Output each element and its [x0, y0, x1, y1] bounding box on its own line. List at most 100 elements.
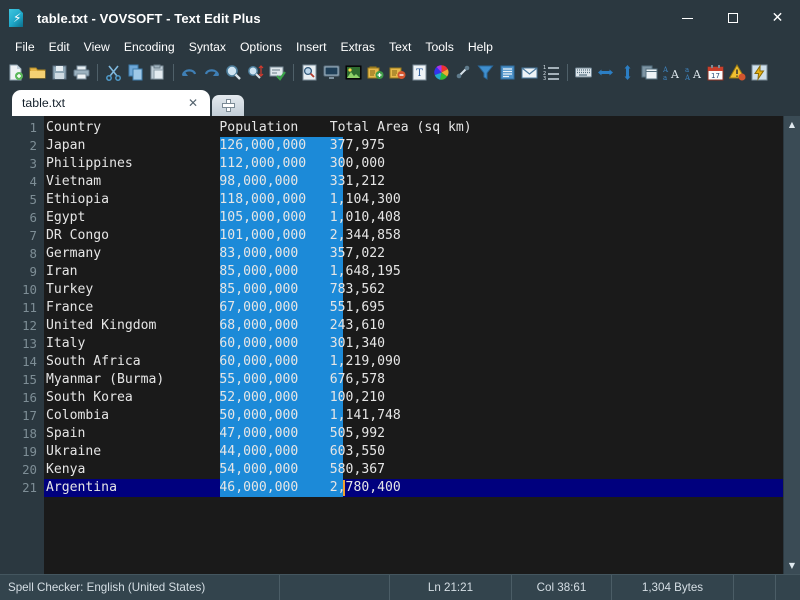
editor-line[interactable]: Vietnam 98,000,000 331,212 [44, 173, 783, 191]
print-icon[interactable] [71, 61, 92, 83]
lightning-icon[interactable] [749, 61, 770, 83]
text-editor-window: ⚡ table.txt - VOVSOFT - Text Edit Plus ✕… [0, 0, 800, 600]
cut-scissors-icon[interactable] [103, 61, 124, 83]
status-bar: Spell Checker: English (United States) L… [0, 574, 800, 600]
menu-edit[interactable]: Edit [42, 38, 77, 56]
new-file-icon[interactable] [5, 61, 26, 83]
text-format-icon[interactable]: T [409, 61, 430, 83]
editor-line-text: Philippines 112,000,000 300,000 [46, 156, 385, 171]
sort-za-icon[interactable]: aAA [683, 61, 704, 83]
menu-encoding[interactable]: Encoding [117, 38, 182, 56]
editor-line[interactable]: Spain 47,000,000 505,992 [44, 425, 783, 443]
editor-line[interactable]: Myanmar (Burma) 55,000,000 676,578 [44, 371, 783, 389]
link-icon[interactable] [453, 61, 474, 83]
editor-line[interactable]: Egypt 105,000,000 1,010,408 [44, 209, 783, 227]
editor-line-text: Egypt 105,000,000 1,010,408 [46, 210, 401, 225]
editor-line[interactable]: DR Congo 101,000,000 2,344,858 [44, 227, 783, 245]
decrypt-lock-icon[interactable] [387, 61, 408, 83]
editor-line[interactable]: Turkey 85,000,000 783,562 [44, 281, 783, 299]
editor-line[interactable]: Argentina 46,000,000 2,780,400 [44, 479, 783, 497]
tab-close-icon[interactable]: ✕ [186, 96, 200, 110]
menu-options[interactable]: Options [233, 38, 289, 56]
status-spell-checker[interactable]: Spell Checker: English (United States) [0, 575, 280, 600]
numbering-icon[interactable]: 123 [541, 61, 562, 83]
editor-line[interactable]: Philippines 112,000,000 300,000 [44, 155, 783, 173]
vertical-scrollbar[interactable]: ▲ ▼ [783, 116, 800, 574]
editor-line[interactable]: Italy 60,000,000 301,340 [44, 335, 783, 353]
clipboard-window-icon[interactable] [639, 61, 660, 83]
editor-line[interactable]: Japan 126,000,000 377,975 [44, 137, 783, 155]
editor-line[interactable]: Iran 85,000,000 1,648,195 [44, 263, 783, 281]
redo-arrow-icon[interactable] [201, 61, 222, 83]
editor-line[interactable]: United Kingdom 68,000,000 243,610 [44, 317, 783, 335]
line-number: 5 [0, 191, 44, 209]
document-lines-icon[interactable] [497, 61, 518, 83]
editor-line-text: Ethiopia 118,000,000 1,104,300 [46, 192, 401, 207]
editor-line-text: Ukraine 44,000,000 603,550 [46, 444, 385, 459]
vertical-arrow-icon[interactable] [617, 61, 638, 83]
editor-line-text: Iran 85,000,000 1,648,195 [46, 264, 401, 279]
maximize-button[interactable] [710, 0, 755, 36]
email-icon[interactable] [519, 61, 540, 83]
text-content[interactable]: Country Population Total Area (sq km)Jap… [44, 116, 783, 574]
menu-file[interactable]: File [8, 38, 42, 56]
paste-icon[interactable] [147, 61, 168, 83]
encrypt-lock-icon[interactable] [365, 61, 386, 83]
find-magnifier-icon[interactable] [223, 61, 244, 83]
menu-insert[interactable]: Insert [289, 38, 333, 56]
editor-line[interactable]: South Africa 60,000,000 1,219,090 [44, 353, 783, 371]
calendar-icon[interactable]: 17 [705, 61, 726, 83]
toolbar: T 123 [0, 58, 800, 86]
warning-icon[interactable] [727, 61, 748, 83]
editor-line-text: Germany 83,000,000 357,022 [46, 246, 385, 261]
filter-funnel-icon[interactable] [475, 61, 496, 83]
editor-line[interactable]: Kenya 54,000,000 580,367 [44, 461, 783, 479]
line-number: 18 [0, 425, 44, 443]
save-disk-icon[interactable] [49, 61, 70, 83]
editor-line[interactable]: Ukraine 44,000,000 603,550 [44, 443, 783, 461]
editor-line-text: Kenya 54,000,000 580,367 [46, 462, 385, 477]
title-bar: ⚡ table.txt - VOVSOFT - Text Edit Plus ✕ [0, 0, 800, 36]
menu-extras[interactable]: Extras [333, 38, 382, 56]
menu-text[interactable]: Text [382, 38, 418, 56]
spell-check-icon[interactable] [267, 61, 288, 83]
editor-line[interactable]: South Korea 52,000,000 100,210 [44, 389, 783, 407]
keyboard-icon[interactable] [573, 61, 594, 83]
editor-line[interactable]: Colombia 50,000,000 1,141,748 [44, 407, 783, 425]
scroll-up-arrow-icon[interactable]: ▲ [784, 116, 800, 133]
scroll-down-arrow-icon[interactable]: ▼ [784, 557, 800, 574]
find-replace-icon[interactable] [245, 61, 266, 83]
toolbar-separator [97, 64, 98, 81]
menu-view[interactable]: View [77, 38, 117, 56]
copy-icon[interactable] [125, 61, 146, 83]
tab-table-txt[interactable]: table.txt ✕ [12, 90, 210, 116]
line-number: 6 [0, 209, 44, 227]
horizontal-arrows-icon[interactable] [595, 61, 616, 83]
minimize-button[interactable] [665, 0, 710, 36]
plus-icon [222, 99, 235, 112]
editor-line[interactable]: Germany 83,000,000 357,022 [44, 245, 783, 263]
editor-line[interactable]: Ethiopia 118,000,000 1,104,300 [44, 191, 783, 209]
editor-line[interactable]: Country Population Total Area (sq km) [44, 119, 783, 137]
sort-az-icon[interactable]: AaA [661, 61, 682, 83]
svg-text:17: 17 [711, 72, 720, 80]
open-folder-icon[interactable] [27, 61, 48, 83]
editor-line-text: South Africa 60,000,000 1,219,090 [46, 354, 401, 369]
editor-line-text: Colombia 50,000,000 1,141,748 [46, 408, 401, 423]
close-button[interactable]: ✕ [755, 0, 800, 36]
line-number: 3 [0, 155, 44, 173]
image-icon[interactable] [343, 61, 364, 83]
line-number: 21 [0, 479, 44, 497]
editor-line[interactable]: France 67,000,000 551,695 [44, 299, 783, 317]
line-number: 2 [0, 137, 44, 155]
new-tab-button[interactable] [212, 95, 244, 116]
menu-tools[interactable]: Tools [418, 38, 460, 56]
monitor-icon[interactable] [321, 61, 342, 83]
undo-arrow-icon[interactable] [179, 61, 200, 83]
preview-icon[interactable] [299, 61, 320, 83]
menu-help[interactable]: Help [461, 38, 500, 56]
text-caret [343, 480, 345, 496]
scrollbar-track[interactable] [784, 133, 800, 557]
color-wheel-icon[interactable] [431, 61, 452, 83]
menu-syntax[interactable]: Syntax [182, 38, 233, 56]
